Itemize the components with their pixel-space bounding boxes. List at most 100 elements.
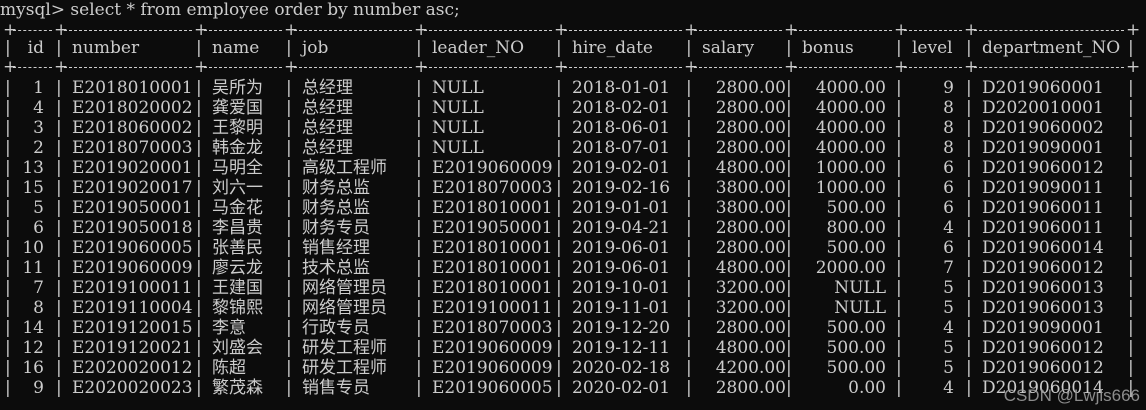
table-cell: 廖云龙 — [212, 258, 263, 278]
table-cell: NULL — [432, 98, 484, 118]
table-cell: 行政专员 — [302, 318, 370, 338]
table-cell: NULL — [432, 118, 484, 138]
column-separator: | — [1128, 38, 1134, 58]
border-corner: + — [784, 57, 799, 77]
table-cell: 黎锦熙 — [212, 298, 263, 318]
table-cell: 高级工程师 — [302, 158, 387, 178]
table-cell: 李意 — [212, 318, 246, 338]
column-header-salary: salary — [702, 38, 755, 58]
column-header-hire_date: hire_date — [572, 38, 653, 58]
border-dash — [564, 67, 682, 69]
table-cell: 5 — [943, 358, 954, 378]
column-header-number: number — [72, 38, 140, 58]
table-cell: 总经理 — [302, 138, 353, 158]
column-separator: | — [196, 358, 202, 378]
border-corner: + — [3, 20, 18, 40]
table-cell: E2019060009 — [432, 338, 553, 358]
table-cell: 12 — [22, 338, 44, 358]
column-separator: | — [196, 118, 202, 138]
table-cell: E2019060009 — [432, 358, 553, 378]
column-separator: | — [686, 278, 692, 298]
column-separator: | — [286, 258, 292, 278]
column-separator: | — [1128, 218, 1134, 238]
column-separator: | — [556, 358, 562, 378]
column-separator: | — [56, 78, 62, 98]
border-dash — [974, 67, 1124, 69]
column-separator: | — [286, 38, 292, 58]
table-row: | | | | | | | | | | | 11 E2019060009 廖云龙 技术总监 E20180100… — [0, 258, 1146, 278]
table-cell: 2019-11-01 — [572, 298, 671, 318]
table-cell: E2018070003 — [432, 178, 553, 198]
column-separator: | — [286, 138, 292, 158]
border-dash — [13, 30, 52, 32]
border-corner: + — [554, 57, 569, 77]
column-separator: | — [896, 238, 902, 258]
table-cell: 张善民 — [212, 238, 263, 258]
border-corner: + — [684, 20, 699, 40]
table-cell: 0.00 — [848, 378, 886, 398]
column-separator: | — [56, 198, 62, 218]
table-cell: 2019-06-01 — [572, 258, 671, 278]
table-cell: 2000.00 — [815, 258, 886, 278]
column-separator: | — [786, 218, 792, 238]
column-separator: | — [966, 338, 972, 358]
column-header-level: level — [912, 38, 953, 58]
table-row: | | | | | | | | | | | 1 E2018010001 吴所为 总经理 NULL 2018-01… — [0, 78, 1146, 98]
column-separator: | — [786, 158, 792, 178]
table-cell: E2020020012 — [72, 358, 193, 378]
column-header-id: id — [27, 38, 44, 58]
column-separator: | — [786, 238, 792, 258]
column-separator: | — [416, 138, 422, 158]
table-cell: 13 — [22, 158, 44, 178]
table-cell: E2018070003 — [72, 138, 193, 158]
table-cell: E2019120015 — [72, 318, 193, 338]
column-separator: | — [686, 298, 692, 318]
column-separator: | — [1128, 158, 1134, 178]
column-separator: | — [686, 158, 692, 178]
column-header-department_NO: department_NO — [982, 38, 1121, 58]
column-separator: | — [786, 318, 792, 338]
column-separator: | — [966, 318, 972, 338]
table-cell: 2800.00 — [715, 78, 786, 98]
table-cell: 8 — [943, 118, 954, 138]
column-separator: | — [966, 218, 972, 238]
table-border-0: + + + + + + + + + + + — [0, 20, 1146, 40]
table-cell: 2020-02-01 — [572, 378, 671, 398]
table-cell: 研发工程师 — [302, 358, 387, 378]
column-separator: | — [196, 258, 202, 278]
table-cell: 16 — [22, 358, 44, 378]
terminal-window[interactable]: mysql> select * from employee order by n… — [0, 0, 1146, 410]
table-cell: E2019050001 — [432, 218, 553, 238]
table-row: | | | | | | | | | | | 4 E2018020002 龚爱国 总经理 NULL 2018-02… — [0, 98, 1146, 118]
column-separator: | — [56, 258, 62, 278]
column-header-name: name — [212, 38, 260, 58]
table-cell: E2019050001 — [72, 198, 193, 218]
table-cell: 800.00 — [826, 218, 886, 238]
column-separator: | — [786, 38, 792, 58]
column-separator: | — [966, 278, 972, 298]
column-separator: | — [686, 138, 692, 158]
table-cell: 繁茂森 — [212, 378, 263, 398]
column-separator: | — [416, 218, 422, 238]
border-corner: + — [284, 20, 299, 40]
table-cell: 2019-12-11 — [572, 338, 671, 358]
column-separator: | — [1128, 238, 1134, 258]
table-cell: 6 — [943, 238, 954, 258]
column-separator: | — [196, 298, 202, 318]
table-row: | | | | | | | | | | | 12 E2019120021 刘盛会 研发工程师 E2019060… — [0, 338, 1146, 358]
column-separator: | — [896, 158, 902, 178]
table-cell: 2800.00 — [715, 138, 786, 158]
column-separator: | — [966, 198, 972, 218]
table-cell: 研发工程师 — [302, 338, 387, 358]
column-separator: | — [416, 378, 422, 398]
table-row: | | | | | | | | | | | 9 E2020020023 繁茂森 销售专员 E201906000… — [0, 378, 1146, 398]
column-separator: | — [196, 158, 202, 178]
column-separator: | — [196, 218, 202, 238]
table-row: | | | | | | | | | | | 6 E2019050018 李昌贵 财务专员 E201905000… — [0, 218, 1146, 238]
column-separator: | — [966, 298, 972, 318]
table-cell: 2800.00 — [715, 218, 786, 238]
table-row: | | | | | | | | | | | 8 E2019110004 黎锦熙 网络管理员 E20191000… — [0, 298, 1146, 318]
column-separator: | — [966, 258, 972, 278]
border-corner: + — [194, 57, 209, 77]
column-separator: | — [686, 358, 692, 378]
